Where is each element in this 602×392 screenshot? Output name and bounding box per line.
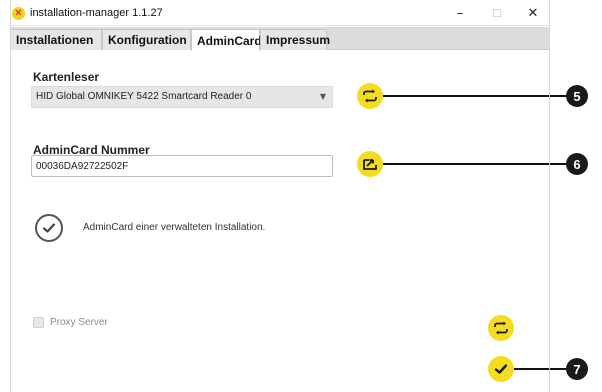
tab-admincard[interactable]: AdminCard <box>191 29 262 51</box>
card-reader-label: Kartenleser <box>33 70 100 84</box>
maximize-button[interactable]: ☐ <box>480 2 514 24</box>
minimize-button[interactable]: – <box>443 2 477 24</box>
checkmark-icon <box>494 364 508 374</box>
admincard-import-button[interactable] <box>357 151 383 177</box>
reload-button[interactable] <box>488 315 514 341</box>
card-reader-refresh-button[interactable] <box>357 83 383 109</box>
callout-badge-5: 5 <box>566 85 588 107</box>
callout-line-6 <box>383 163 567 165</box>
card-import-icon <box>363 159 377 170</box>
refresh-icon <box>363 89 377 103</box>
tab-bar: Installationen Konfiguration AdminCard I… <box>10 27 550 51</box>
status-message: AdminCard einer verwalteten Installation… <box>83 222 266 233</box>
checkmark-icon <box>42 223 56 233</box>
chevron-down-icon: ▼ <box>319 92 326 101</box>
callout-line-5 <box>383 95 567 97</box>
status-check-icon <box>35 214 63 242</box>
refresh-icon <box>494 321 508 335</box>
confirm-button[interactable] <box>488 356 514 382</box>
tab-impressum[interactable]: Impressum <box>260 29 330 50</box>
card-reader-selected-value: HID Global OMNIKEY 5422 Smartcard Reader… <box>36 91 252 102</box>
close-button[interactable]: ✕ <box>516 2 550 24</box>
callout-badge-7: 7 <box>566 358 588 380</box>
card-reader-select[interactable]: HID Global OMNIKEY 5422 Smartcard Reader… <box>31 86 333 108</box>
title-bar: ✕ installation-manager 1.1.27 – ☐ ✕ <box>10 0 550 26</box>
callout-badge-6: 6 <box>566 153 588 175</box>
app-logo-icon: ✕ <box>12 7 25 20</box>
proxy-server-checkbox[interactable] <box>33 317 44 328</box>
window-title: installation-manager 1.1.27 <box>30 7 163 19</box>
tab-installationen[interactable]: Installationen <box>10 29 102 50</box>
app-window <box>10 0 550 392</box>
callout-line-7 <box>514 368 567 370</box>
admincard-number-field[interactable] <box>31 155 333 177</box>
tab-konfiguration[interactable]: Konfiguration <box>102 29 191 50</box>
proxy-server-label: Proxy Server <box>50 317 108 328</box>
